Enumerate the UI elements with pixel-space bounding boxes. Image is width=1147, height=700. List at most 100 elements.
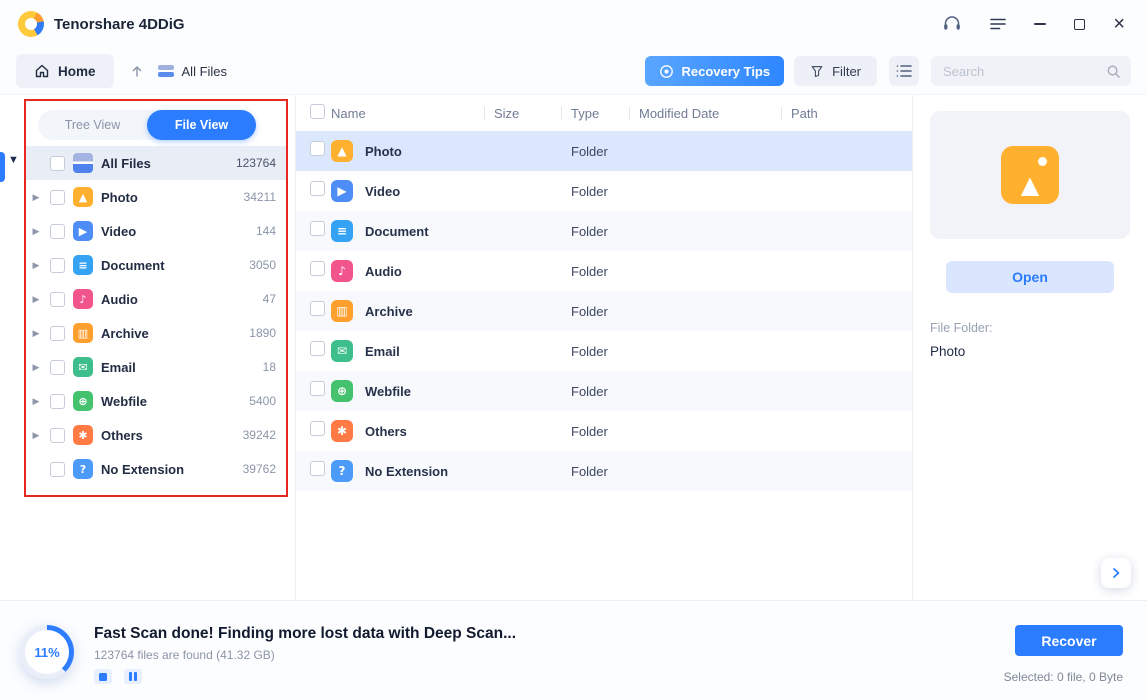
- expand-arrow-icon[interactable]: [30, 193, 42, 202]
- row-checkbox[interactable]: [310, 461, 325, 476]
- sidebar-item-no-extension[interactable]: ?No Extension39762: [26, 452, 286, 486]
- sidebar-checkbox[interactable]: [50, 292, 65, 307]
- expand-arrow-icon[interactable]: [30, 329, 42, 338]
- sidebar-item-archive[interactable]: ▥Archive1890: [26, 316, 286, 350]
- expand-arrow-icon[interactable]: [30, 431, 42, 440]
- sidebar-checkbox[interactable]: [50, 428, 65, 443]
- file-type: Folder: [571, 144, 639, 159]
- minimize-icon: [1034, 23, 1046, 25]
- table-row-video[interactable]: ▶VideoFolder: [296, 171, 912, 211]
- column-header-path[interactable]: Path: [791, 106, 912, 121]
- sidebar-item-label: Archive: [101, 326, 149, 341]
- sidebar-checkbox[interactable]: [50, 156, 65, 171]
- pause-icon: [129, 672, 137, 681]
- table-body: ▲PhotoFolder▶VideoFolder≡DocumentFolder♪…: [296, 131, 912, 491]
- sidebar-item-label: Document: [101, 258, 165, 273]
- file-type: Folder: [571, 304, 639, 319]
- sidebar-checkbox[interactable]: [50, 360, 65, 375]
- arrow-up-icon: [130, 64, 144, 78]
- expand-arrow-icon[interactable]: [30, 261, 42, 270]
- table-row-webfile[interactable]: ⊕WebfileFolder: [296, 371, 912, 411]
- table-row-email[interactable]: ✉EmailFolder: [296, 331, 912, 371]
- sidebar-item-photo[interactable]: ▲Photo34211: [26, 180, 286, 214]
- navigate-up-button[interactable]: [130, 64, 144, 78]
- sidebar-item-email[interactable]: ✉Email18: [26, 350, 286, 384]
- support-headset-button[interactable]: [940, 13, 964, 35]
- row-checkbox[interactable]: [310, 221, 325, 236]
- table-row-others[interactable]: ✱OthersFolder: [296, 411, 912, 451]
- sidebar-checkbox[interactable]: [50, 224, 65, 239]
- open-button[interactable]: Open: [946, 261, 1114, 293]
- archive-icon: ▥: [331, 300, 353, 322]
- file-name: Document: [365, 224, 429, 239]
- status-bar: 11% Fast Scan done! Finding more lost da…: [0, 600, 1147, 700]
- file-count: 39242: [243, 428, 276, 442]
- table-row-photo[interactable]: ▲PhotoFolder: [296, 131, 912, 171]
- recovery-tips-button[interactable]: Recovery Tips: [645, 56, 784, 86]
- list-view-icon: [896, 64, 912, 78]
- row-checkbox[interactable]: [310, 381, 325, 396]
- scan-message: Fast Scan done! Finding more lost data w…: [94, 625, 516, 643]
- search-input[interactable]: [943, 64, 1106, 79]
- sidebar-item-document[interactable]: ≡Document3050: [26, 248, 286, 282]
- collapse-arrow-icon[interactable]: [8, 155, 19, 166]
- tab-file-view[interactable]: File View: [147, 110, 256, 140]
- search-icon[interactable]: [1106, 64, 1121, 79]
- row-checkbox[interactable]: [310, 421, 325, 436]
- sidebar-item-audio[interactable]: ♪Audio47: [26, 282, 286, 316]
- sidebar-item-others[interactable]: ✱Others39242: [26, 418, 286, 452]
- preview-thumbnail: ▲: [930, 111, 1130, 239]
- next-page-button[interactable]: [1101, 558, 1131, 588]
- menu-button[interactable]: [988, 15, 1008, 33]
- stop-scan-button[interactable]: [94, 669, 112, 684]
- home-button[interactable]: Home: [16, 54, 114, 88]
- sidebar-checkbox[interactable]: [50, 190, 65, 205]
- table-row-no-extension[interactable]: ?No ExtensionFolder: [296, 451, 912, 491]
- titlebar: Tenorshare 4DDiG: [0, 0, 1147, 48]
- video-icon: ▶: [331, 180, 353, 202]
- row-checkbox[interactable]: [310, 341, 325, 356]
- maximize-button[interactable]: [1072, 17, 1087, 32]
- expand-arrow-icon[interactable]: [30, 295, 42, 304]
- file-count: 3050: [249, 258, 276, 272]
- expand-arrow-icon[interactable]: [30, 363, 42, 372]
- view-mode-button[interactable]: [889, 56, 919, 86]
- email-icon: ✉: [73, 357, 93, 377]
- close-button[interactable]: [1111, 15, 1127, 33]
- pause-scan-button[interactable]: [124, 669, 142, 684]
- column-header-size[interactable]: Size: [494, 106, 571, 121]
- file-type: Folder: [571, 384, 639, 399]
- select-all-checkbox[interactable]: [310, 104, 325, 119]
- row-checkbox[interactable]: [310, 141, 325, 156]
- row-checkbox[interactable]: [310, 261, 325, 276]
- sidebar-item-label: Photo: [101, 190, 138, 205]
- row-checkbox[interactable]: [310, 301, 325, 316]
- file-count: 5400: [249, 394, 276, 408]
- sidebar-checkbox[interactable]: [50, 258, 65, 273]
- home-label: Home: [58, 64, 96, 79]
- column-header-name[interactable]: Name: [331, 106, 494, 121]
- table-row-audio[interactable]: ♪AudioFolder: [296, 251, 912, 291]
- breadcrumb[interactable]: All Files: [158, 64, 228, 79]
- row-checkbox[interactable]: [310, 181, 325, 196]
- filter-button[interactable]: Filter: [794, 56, 877, 86]
- sidebar-item-webfile[interactable]: ⊕Webfile5400: [26, 384, 286, 418]
- tab-tree-view[interactable]: Tree View: [38, 110, 147, 140]
- sidebar-checkbox[interactable]: [50, 462, 65, 477]
- audio-icon: ♪: [73, 289, 93, 309]
- expand-arrow-icon[interactable]: [30, 227, 42, 236]
- sidebar-item-all-files[interactable]: All Files123764: [26, 146, 286, 180]
- sidebar-checkbox[interactable]: [50, 394, 65, 409]
- column-header-modified-date[interactable]: Modified Date: [639, 106, 791, 121]
- sidebar-checkbox[interactable]: [50, 326, 65, 341]
- expand-arrow-icon[interactable]: [30, 397, 42, 406]
- table-row-document[interactable]: ≡DocumentFolder: [296, 211, 912, 251]
- drive-icon: [158, 65, 174, 77]
- photo-icon: ▲: [1001, 146, 1059, 204]
- video-icon: ▶: [73, 221, 93, 241]
- sidebar-item-label: No Extension: [101, 462, 184, 477]
- table-row-archive[interactable]: ▥ArchiveFolder: [296, 291, 912, 331]
- sidebar-item-video[interactable]: ▶Video144: [26, 214, 286, 248]
- recover-button[interactable]: Recover: [1015, 625, 1123, 656]
- minimize-button[interactable]: [1032, 21, 1048, 27]
